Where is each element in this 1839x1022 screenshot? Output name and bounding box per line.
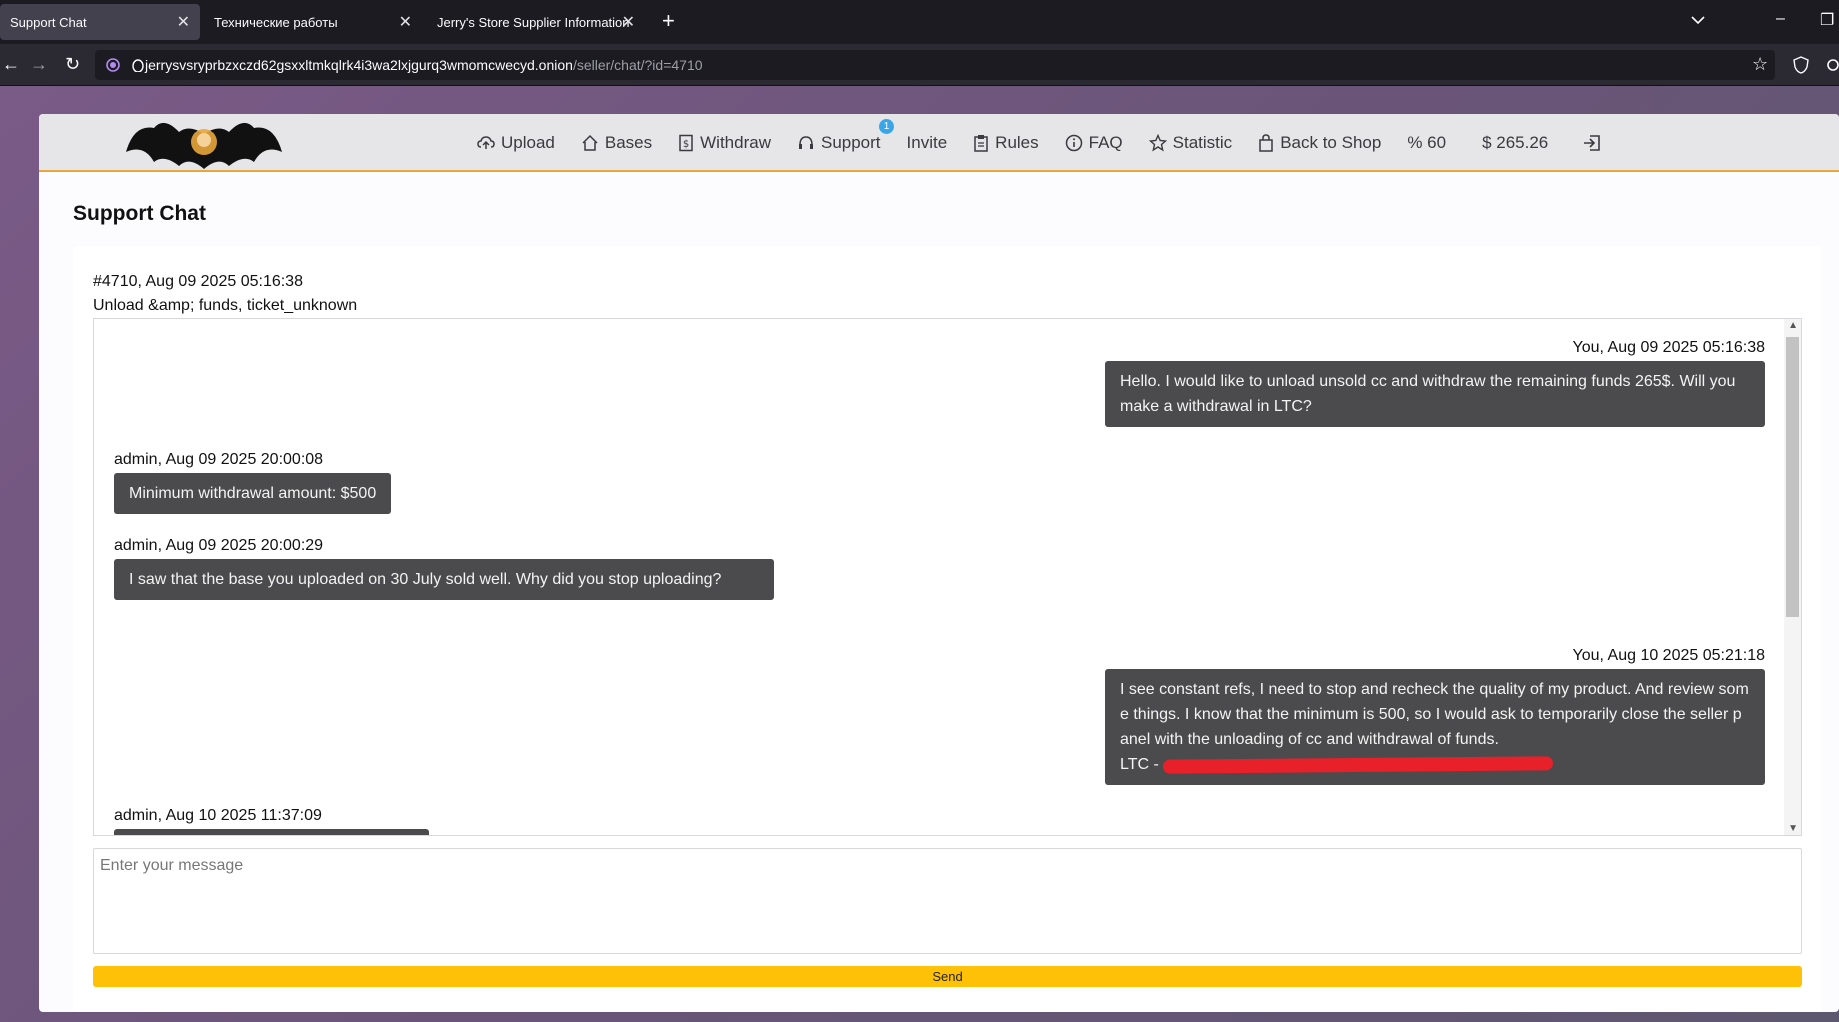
url-path: /seller/chat/?id=4710 (572, 57, 703, 73)
close-tab-icon[interactable]: ✕ (622, 12, 635, 32)
menu-rules[interactable]: Rules (973, 133, 1039, 153)
chevron-down-icon[interactable] (1690, 12, 1706, 28)
percent-label: % 60 (1407, 133, 1447, 152)
tab-supplier-info[interactable]: Jerry's Store Supplier Information ✕ (427, 4, 645, 40)
message-bubble: Minimum withdrawal amount: $500 (114, 473, 392, 514)
message-meta: You, Aug 09 2025 05:16:38 (1572, 339, 1765, 356)
menu-statistic[interactable]: Statistic (1148, 133, 1233, 153)
message-admin-2: admin, Aug 09 2025 20:00:29 I saw that t… (114, 537, 774, 600)
home-icon (582, 134, 598, 151)
logout-icon (1584, 135, 1601, 151)
menu-back-to-shop[interactable]: Back to Shop (1258, 133, 1381, 153)
menu-label: Withdraw (700, 133, 771, 152)
message-meta: admin, Aug 09 2025 20:00:29 (114, 537, 324, 554)
chat-panel-inner: #4710, Aug 09 2025 05:16:38 Unload &amp;… (73, 246, 1822, 1012)
tab-support-chat[interactable]: Support Chat ✕ (0, 4, 200, 40)
message-input[interactable] (93, 848, 1802, 954)
ticket-header: #4710, Aug 09 2025 05:16:38 Unload &amp;… (93, 270, 357, 318)
reload-icon[interactable]: ↻ (65, 54, 80, 75)
message-bubble (114, 829, 429, 835)
ltc-prefix: LTC - (1120, 756, 1164, 773)
message-meta: admin, Aug 09 2025 20:00:08 (114, 451, 324, 468)
menu-label: Back to Shop (1280, 133, 1382, 152)
message-meta: You, Aug 10 2025 05:21:18 (1572, 647, 1765, 664)
message-text: I see constant refs, I need to stop and … (1120, 681, 1749, 748)
menu-label: Support (820, 133, 881, 152)
message-admin-1: admin, Aug 09 2025 20:00:08 Minimum with… (114, 451, 392, 514)
scrollbar-thumb[interactable] (1786, 337, 1799, 617)
menu-label: Bases (604, 133, 653, 152)
message-meta: admin, Aug 10 2025 11:37:09 (114, 807, 322, 824)
main-card: Upload Bases $ Withdraw Support 1 Invite (39, 114, 1839, 1012)
support-notification-badge: 1 (878, 119, 894, 134)
page-title: Support Chat (73, 202, 206, 225)
new-tab-icon[interactable]: + (662, 8, 675, 34)
star-icon (1148, 134, 1167, 152)
site-logo[interactable] (124, 114, 284, 172)
url-host: jerrysvsryprbzxczd62gsxxltmkqlrk4i3wa2lx… (145, 57, 573, 73)
menu-label: Upload (501, 133, 555, 152)
ticket-id-date: #4710, Aug 09 2025 05:16:38 (93, 273, 303, 290)
menu-label: Rules (995, 133, 1039, 152)
shield-icon[interactable] (1793, 56, 1809, 74)
info-icon (1065, 134, 1082, 152)
message-bubble: I saw that the base you uploaded on 30 J… (114, 559, 774, 600)
menu-upload[interactable]: Upload (477, 133, 555, 153)
scroll-up-icon[interactable]: ▲ (1788, 320, 1798, 331)
chat-messages[interactable]: You, Aug 09 2025 05:16:38 Hello. I would… (93, 318, 1802, 836)
menu-faq[interactable]: FAQ (1065, 133, 1123, 153)
page-background: Upload Bases $ Withdraw Support 1 Invite (0, 86, 1839, 1022)
balance-label: $ 265.26 (1482, 133, 1549, 152)
restore-icon[interactable]: ❐ (1820, 10, 1834, 30)
dollar-doc-icon: $ (679, 134, 693, 152)
tab-label: Support Chat (10, 14, 87, 30)
menu-label: Statistic (1172, 133, 1233, 152)
menu-bases[interactable]: Bases (581, 133, 652, 153)
menu-support[interactable]: Support 1 (797, 119, 894, 153)
svg-text:$: $ (683, 139, 689, 150)
clipboard-icon (974, 135, 988, 152)
message-bubble: I see constant refs, I need to stop and … (1105, 669, 1765, 785)
headset-icon (798, 136, 813, 149)
bag-icon (1259, 134, 1273, 152)
cloud-upload-icon (477, 136, 495, 149)
balance: $ 265.26 (1482, 133, 1548, 153)
menu-invite[interactable]: Invite (907, 133, 948, 153)
back-icon[interactable]: ← (2, 54, 20, 75)
bookmark-star-icon[interactable]: ☆ (1752, 54, 1768, 75)
message-you-2: You, Aug 10 2025 05:21:18 I see constant… (1105, 647, 1765, 785)
main-menu: Upload Bases $ Withdraw Support 1 Invite (477, 114, 1634, 172)
logout-button[interactable] (1582, 134, 1608, 152)
chat-scrollbar[interactable]: ▲ ▼ (1784, 319, 1801, 835)
close-tab-icon[interactable]: ✕ (177, 12, 190, 32)
forward-icon[interactable]: → (30, 54, 48, 75)
chat-panel: #4710, Aug 09 2025 05:16:38 Unload &amp;… (73, 246, 1822, 1012)
browser-tab-bar: Support Chat ✕ Технические работы ✕ Jerr… (0, 0, 1839, 44)
tab-label: Технические работы (214, 14, 338, 30)
menu-withdraw[interactable]: $ Withdraw (678, 133, 771, 153)
minimize-icon[interactable]: – (1776, 10, 1785, 28)
close-tab-icon[interactable]: ✕ (399, 12, 412, 32)
commission-percent: % 60 (1407, 133, 1446, 153)
menu-label: Invite (906, 133, 948, 152)
tor-icon (106, 58, 120, 72)
scroll-down-icon[interactable]: ▼ (1788, 823, 1798, 834)
ticket-subject: Unload &amp; funds, ticket_unknown (93, 297, 358, 314)
message-you-1: You, Aug 09 2025 05:16:38 Hello. I would… (1105, 339, 1765, 427)
menu-label: FAQ (1088, 133, 1123, 152)
onion-lock-icon (132, 59, 144, 72)
message-admin-3: admin, Aug 10 2025 11:37:09 (114, 807, 429, 835)
send-button[interactable]: Send (93, 966, 1802, 987)
site-header: Upload Bases $ Withdraw Support 1 Invite (39, 114, 1839, 172)
tab-label: Jerry's Store Supplier Information (437, 14, 630, 30)
tab-maintenance[interactable]: Технические работы ✕ (204, 4, 422, 40)
browser-nav-bar: ← → ↻ jerrysvsryprbzxczd62gsxxltmkqlrk4i… (0, 44, 1839, 86)
message-bubble: Hello. I would like to unload unsold cc … (1105, 361, 1765, 427)
redacted-address (1163, 756, 1554, 774)
address-bar[interactable]: jerrysvsryprbzxczd62gsxxltmkqlrk4i3wa2lx… (95, 50, 1775, 80)
extensions-icon[interactable] (1826, 56, 1839, 74)
